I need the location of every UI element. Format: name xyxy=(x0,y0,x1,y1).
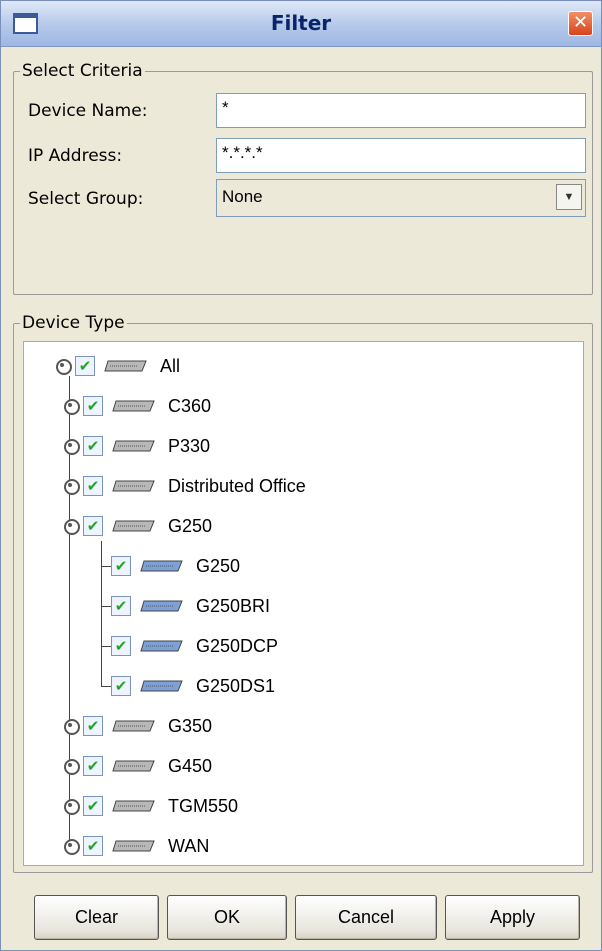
item-checkbox[interactable]: ✔ xyxy=(111,676,131,696)
item-checkbox[interactable]: ✔ xyxy=(111,636,131,656)
item-checkbox[interactable]: ✔ xyxy=(83,436,103,456)
tree-item[interactable]: ✔ WAN xyxy=(63,831,209,861)
select-group-dropdown[interactable]: None ▼ xyxy=(216,179,586,217)
tree-expand-icon[interactable] xyxy=(63,398,80,415)
dialog-title: Filter xyxy=(270,11,332,35)
ip-address-label: IP Address: xyxy=(28,146,123,166)
device-icon xyxy=(112,520,155,532)
device-icon xyxy=(104,360,147,372)
clear-button[interactable]: Clear xyxy=(34,895,159,940)
tree-item[interactable]: ✔ G250DCP xyxy=(111,631,278,661)
tree-item-label: All xyxy=(160,355,181,376)
tree-item[interactable]: ✔ G250BRI xyxy=(111,591,270,621)
tree-branch xyxy=(101,646,111,647)
tree-item-label: G250DCP xyxy=(196,635,279,656)
tree-item-label: P330 xyxy=(168,435,211,456)
device-icon xyxy=(140,640,183,652)
tree-item-label: G250BRI xyxy=(196,595,271,616)
item-checkbox[interactable]: ✔ xyxy=(83,716,103,736)
tree-item-label: G250 xyxy=(196,555,241,576)
tree-collapse-icon[interactable] xyxy=(55,358,72,375)
item-checkbox[interactable]: ✔ xyxy=(83,396,103,416)
device-icon xyxy=(112,480,155,492)
device-icon xyxy=(112,800,155,812)
tree-item-label: C360 xyxy=(168,395,212,416)
item-checkbox[interactable]: ✔ xyxy=(111,596,131,616)
ok-button[interactable]: OK xyxy=(167,895,287,940)
tree-item-label: WAN xyxy=(168,835,210,856)
tree-branch xyxy=(101,606,111,607)
select-group-value: None xyxy=(222,187,263,206)
tree-item[interactable]: ✔ G250 xyxy=(111,551,240,581)
item-checkbox[interactable]: ✔ xyxy=(75,356,95,376)
item-checkbox[interactable]: ✔ xyxy=(83,836,103,856)
tree-expand-icon[interactable] xyxy=(63,838,80,855)
tree-expand-icon[interactable] xyxy=(63,478,80,495)
tree-item-label: G250DS1 xyxy=(196,675,276,696)
tree-expand-icon[interactable] xyxy=(63,438,80,455)
cancel-button[interactable]: Cancel xyxy=(295,895,437,940)
item-checkbox[interactable]: ✔ xyxy=(83,476,103,496)
tree-item[interactable]: ✔ G250 xyxy=(63,511,212,541)
filter-dialog: Filter ✕ Select Criteria Device Name: * … xyxy=(0,0,602,951)
item-checkbox[interactable]: ✔ xyxy=(111,556,131,576)
tree-item[interactable]: ✔ All xyxy=(55,351,180,381)
tree-item-label: Distributed Office xyxy=(168,475,306,496)
tree-item[interactable]: ✔ Distributed Office xyxy=(63,471,306,501)
tree-item[interactable]: ✔ G250DS1 xyxy=(111,671,275,701)
tree-expand-icon[interactable] xyxy=(63,798,80,815)
tree-item-label: G350 xyxy=(168,715,213,736)
device-type-legend: Device Type xyxy=(22,313,125,333)
device-icon xyxy=(140,560,183,572)
button-bar: Clear OK Cancel Apply xyxy=(1,879,601,951)
device-icon xyxy=(112,400,155,412)
tree-branch xyxy=(101,686,111,687)
tree-item[interactable]: ✔ P330 xyxy=(63,431,210,461)
title-bar[interactable]: Filter ✕ xyxy=(1,1,601,47)
ip-address-input[interactable]: *.*.*.* xyxy=(216,138,586,173)
tree-item-label: G450 xyxy=(168,755,213,776)
close-button[interactable]: ✕ xyxy=(568,11,593,36)
device-icon xyxy=(112,760,155,772)
device-icon xyxy=(112,720,155,732)
device-name-label: Device Name: xyxy=(28,101,148,121)
device-icon xyxy=(112,840,155,852)
tree-item-label: G250 xyxy=(168,515,213,536)
tree-branch xyxy=(101,566,111,567)
device-icon xyxy=(140,600,183,612)
tree-item[interactable]: ✔ TGM550 xyxy=(63,791,238,821)
tree-item[interactable]: ✔ G350 xyxy=(63,711,212,741)
apply-button[interactable]: Apply xyxy=(445,895,580,940)
device-name-input[interactable]: * xyxy=(216,93,586,128)
device-icon xyxy=(112,440,155,452)
tree-item[interactable]: ✔ G450 xyxy=(63,751,212,781)
chevron-down-icon[interactable]: ▼ xyxy=(556,184,582,210)
tree-line-g250 xyxy=(101,541,102,686)
select-group-label: Select Group: xyxy=(28,189,144,209)
tree-item[interactable]: ✔ C360 xyxy=(63,391,211,421)
tree-expand-icon[interactable] xyxy=(63,718,80,735)
item-checkbox[interactable]: ✔ xyxy=(83,516,103,536)
select-criteria-legend: Select Criteria xyxy=(22,61,143,81)
device-icon xyxy=(140,680,183,692)
item-checkbox[interactable]: ✔ xyxy=(83,796,103,816)
tree-item-label: TGM550 xyxy=(168,795,239,816)
tree-expand-icon[interactable] xyxy=(63,758,80,775)
item-checkbox[interactable]: ✔ xyxy=(83,756,103,776)
tree-expand-icon[interactable] xyxy=(63,518,80,535)
